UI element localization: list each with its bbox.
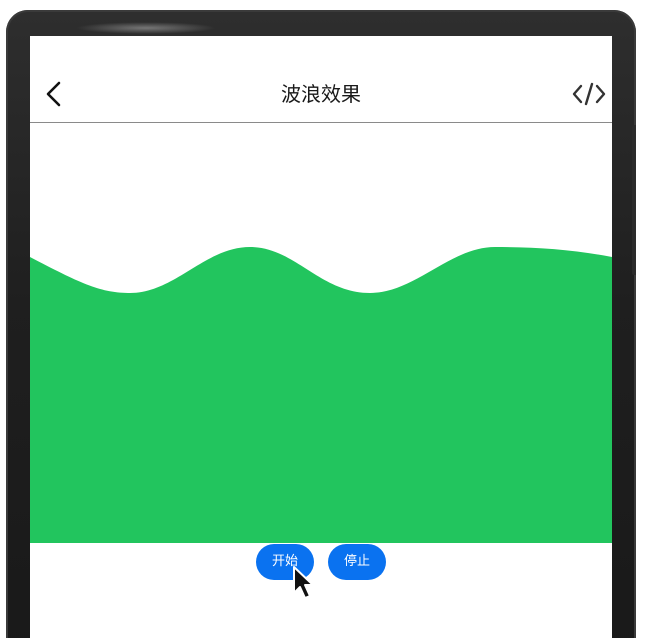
wave-controls: 开始 停止 [30,544,612,584]
app-window: 波浪效果 开始 停止 [0,0,650,638]
device-side-button [632,125,636,275]
code-icon [572,82,606,106]
device-glare [76,22,216,34]
view-code-button[interactable] [572,81,606,107]
wave-fill [30,247,612,543]
nav-bar: 波浪效果 [30,36,612,123]
page-title: 波浪效果 [281,82,361,106]
wave-canvas [30,123,612,543]
device-screen: 波浪效果 开始 停止 [30,36,612,638]
stop-button[interactable]: 停止 [328,544,386,580]
start-button[interactable]: 开始 [256,544,314,580]
